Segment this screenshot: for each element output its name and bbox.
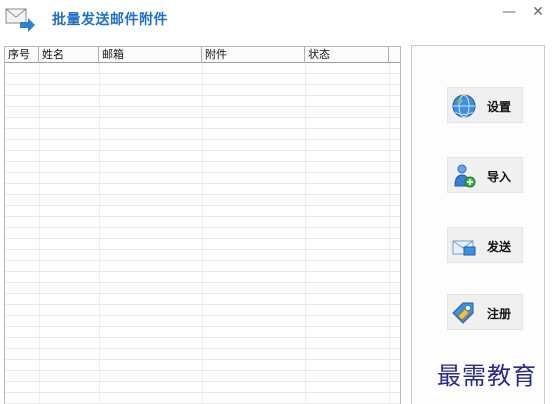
window-title: 批量发送邮件附件 (52, 12, 168, 28)
key-tag-icon (452, 302, 474, 324)
import-label: 导入 (487, 170, 512, 184)
watermark-text: 最需教育 (437, 362, 537, 390)
column-divider (389, 63, 390, 404)
send-button[interactable]: 发送 (447, 227, 523, 263)
mail-send-icon (5, 8, 35, 32)
column-header-attachment[interactable]: 附件 (202, 47, 305, 63)
register-button[interactable]: 注册 (447, 294, 523, 330)
close-button[interactable]: ✕ (528, 5, 548, 21)
register-label: 注册 (487, 307, 512, 321)
column-divider (39, 63, 40, 404)
mail-table[interactable]: 序号 姓名 邮箱 附件 状态 (4, 46, 401, 404)
column-divider (202, 63, 203, 404)
column-header-status[interactable]: 状态 (305, 47, 389, 63)
settings-button[interactable]: 设置 (447, 87, 523, 123)
table-header: 序号 姓名 邮箱 附件 状态 (5, 47, 400, 63)
minimize-button[interactable]: — (499, 5, 519, 21)
column-header-email[interactable]: 邮箱 (99, 47, 202, 63)
column-header-name[interactable]: 姓名 (39, 47, 99, 63)
column-divider (99, 63, 100, 404)
send-label: 发送 (487, 240, 512, 254)
action-panel: 设置 导入 发送 注册 (411, 45, 545, 404)
column-header-index[interactable]: 序号 (5, 47, 39, 63)
add-user-icon (454, 164, 476, 188)
column-divider (305, 63, 306, 404)
app-window: 批量发送邮件附件 — ✕ 序号 姓名 邮箱 附件 状态 设置 导入 发送 注册 … (0, 0, 560, 404)
mail-icon (452, 240, 476, 256)
settings-label: 设置 (487, 100, 512, 114)
import-button[interactable]: 导入 (447, 157, 523, 193)
globe-icon (452, 94, 476, 118)
